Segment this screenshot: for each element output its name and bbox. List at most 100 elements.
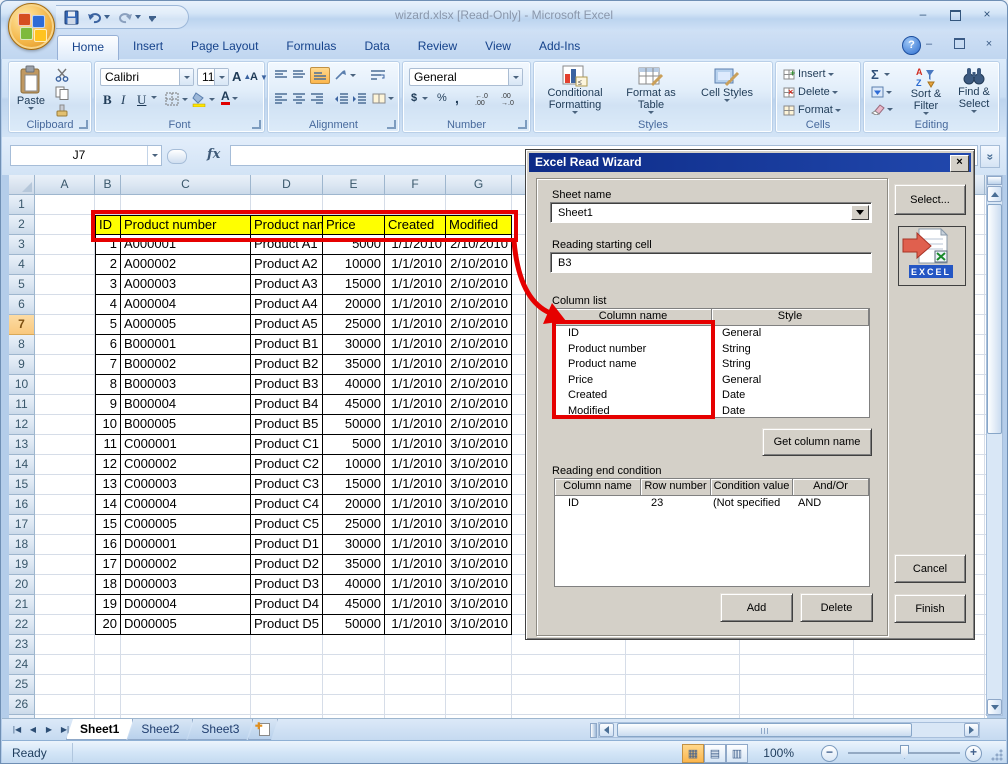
table-data-cell[interactable]: C000003 — [121, 475, 251, 495]
table-data-cell[interactable]: Product D5 — [251, 615, 323, 635]
table-data-cell[interactable]: C000001 — [121, 435, 251, 455]
grid-cell[interactable] — [35, 255, 95, 275]
normal-view-button[interactable]: ▦ — [682, 744, 704, 763]
table-data-cell[interactable]: 15000 — [323, 475, 385, 495]
expand-formula-bar-button[interactable]: » — [980, 145, 1000, 168]
grid-cell[interactable] — [95, 675, 121, 695]
tab-formulas[interactable]: Formulas — [272, 35, 350, 59]
close-button[interactable]: × — [975, 7, 999, 23]
fill-button[interactable] — [871, 86, 892, 98]
grid-cell[interactable] — [854, 655, 985, 675]
table-data-cell[interactable]: 2 — [95, 255, 121, 275]
table-data-cell[interactable]: 1/1/2010 — [385, 255, 446, 275]
find-select-button[interactable]: Find & Select — [952, 66, 996, 120]
table-data-cell[interactable]: C000005 — [121, 515, 251, 535]
paste-button[interactable]: Paste — [12, 65, 50, 121]
font-dialog-launcher[interactable] — [252, 120, 261, 129]
scroll-up-button[interactable] — [987, 186, 1002, 202]
workbook-minimize-button[interactable]: – — [917, 37, 941, 50]
grow-font-button[interactable]: A▲ — [232, 69, 251, 84]
grid-cell[interactable] — [35, 475, 95, 495]
decrease-decimal-button[interactable]: .00 →.0 — [501, 93, 523, 107]
cancel-button[interactable]: Cancel — [894, 554, 966, 583]
grid-cell[interactable] — [251, 635, 323, 655]
row-header[interactable]: 3 — [9, 235, 35, 255]
number-format-combo[interactable]: General — [409, 68, 523, 86]
format-painter-button[interactable] — [55, 104, 69, 118]
grid-cell[interactable] — [35, 375, 95, 395]
grid-cell[interactable] — [323, 635, 385, 655]
table-data-cell[interactable]: 3 — [95, 275, 121, 295]
align-left-button[interactable] — [274, 93, 288, 104]
tab-page-layout[interactable]: Page Layout — [177, 35, 272, 59]
table-data-cell[interactable]: Product C3 — [251, 475, 323, 495]
table-data-cell[interactable]: 4 — [95, 295, 121, 315]
autosum-button[interactable]: Σ — [871, 67, 890, 82]
table-row[interactable]: ModifiedDate — [555, 404, 869, 419]
grid-cell[interactable] — [35, 235, 95, 255]
maximize-button[interactable] — [943, 7, 967, 23]
grid-cell[interactable] — [95, 655, 121, 675]
save-button[interactable] — [62, 8, 81, 26]
top-align-button[interactable] — [274, 69, 288, 80]
table-data-cell[interactable]: 35000 — [323, 555, 385, 575]
underline-caret[interactable] — [151, 96, 157, 99]
table-data-cell[interactable]: 15000 — [323, 275, 385, 295]
start-cell-input[interactable]: B3 — [550, 252, 872, 273]
row-header[interactable]: 25 — [9, 675, 35, 695]
table-data-cell[interactable]: 20000 — [323, 495, 385, 515]
row-header[interactable]: 2 — [9, 215, 35, 235]
grid-cell[interactable] — [35, 635, 95, 655]
column-header-B[interactable]: B — [95, 175, 121, 195]
row-header[interactable]: 7 — [9, 315, 35, 335]
delete-cells-button[interactable]: × Delete — [783, 86, 838, 98]
name-box-splitter[interactable] — [167, 149, 187, 164]
vertical-scrollbar[interactable] — [986, 175, 1003, 716]
column-header-D[interactable]: D — [251, 175, 323, 195]
grid-cell[interactable] — [446, 195, 512, 215]
table-data-cell[interactable]: Product B2 — [251, 355, 323, 375]
grid-cell[interactable] — [385, 675, 446, 695]
align-center-button[interactable] — [292, 93, 306, 104]
zoom-in-button[interactable]: + — [965, 745, 982, 762]
grid-cell[interactable] — [446, 695, 512, 715]
table-row[interactable]: PriceGeneral — [555, 373, 869, 389]
zoom-slider-thumb[interactable] — [900, 745, 909, 759]
grid-cell[interactable] — [251, 195, 323, 215]
sheet-tab-sheet2[interactable]: Sheet2 — [127, 719, 193, 740]
table-data-cell[interactable]: 3/10/2010 — [446, 555, 512, 575]
horizontal-scrollbar[interactable] — [598, 722, 980, 738]
table-data-cell[interactable]: Product D1 — [251, 535, 323, 555]
table-data-cell[interactable]: Product B5 — [251, 415, 323, 435]
grid-cell[interactable] — [121, 635, 251, 655]
grid-cell[interactable] — [121, 695, 251, 715]
grid-cell[interactable] — [446, 655, 512, 675]
table-data-cell[interactable]: 1/1/2010 — [385, 535, 446, 555]
scroll-left-button[interactable] — [599, 723, 614, 737]
select-all-corner[interactable] — [9, 175, 35, 195]
grid-cell[interactable] — [251, 655, 323, 675]
row-header[interactable]: 10 — [9, 375, 35, 395]
resize-grip[interactable] — [991, 749, 1003, 761]
table-column-header[interactable]: And/Or — [793, 479, 869, 496]
row-header[interactable]: 6 — [9, 295, 35, 315]
grid-cell[interactable] — [740, 655, 854, 675]
row-header[interactable]: 24 — [9, 655, 35, 675]
table-data-cell[interactable]: 2/10/2010 — [446, 395, 512, 415]
table-data-cell[interactable]: 16 — [95, 535, 121, 555]
table-data-cell[interactable]: 10 — [95, 415, 121, 435]
column-list-table[interactable]: Column nameStyleIDGeneralProduct numberS… — [554, 308, 870, 418]
table-data-cell[interactable]: 3/10/2010 — [446, 435, 512, 455]
table-data-cell[interactable]: B000003 — [121, 375, 251, 395]
grid-cell[interactable] — [512, 675, 626, 695]
sheet-name-combo[interactable]: Sheet1 — [550, 202, 872, 223]
grid-cell[interactable] — [35, 415, 95, 435]
column-header-F[interactable]: F — [385, 175, 446, 195]
office-button[interactable] — [8, 3, 55, 50]
table-data-cell[interactable]: Product B1 — [251, 335, 323, 355]
table-data-cell[interactable]: Product C4 — [251, 495, 323, 515]
table-data-cell[interactable]: 3/10/2010 — [446, 515, 512, 535]
table-data-cell[interactable]: 1/1/2010 — [385, 275, 446, 295]
grid-cell[interactable] — [35, 555, 95, 575]
table-data-cell[interactable]: 1/1/2010 — [385, 355, 446, 375]
